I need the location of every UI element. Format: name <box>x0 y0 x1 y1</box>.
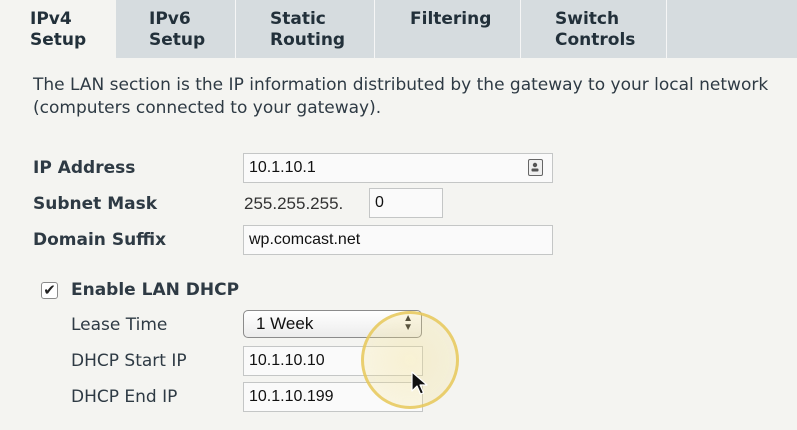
contact-card-icon[interactable] <box>528 159 543 176</box>
tab-bar: IPv4 Setup IPv6 Setup Static Routing Fil… <box>0 0 797 58</box>
ip-address-field[interactable]: 10.1.10.1 <box>243 153 553 183</box>
tab-label-line1: Switch <box>555 9 620 29</box>
lease-time-label: Lease Time <box>71 315 168 335</box>
dhcp-end-ip-label: DHCP End IP <box>71 387 178 407</box>
dhcp-start-ip-label: DHCP Start IP <box>71 351 187 371</box>
tab-label-line1: IPv6 <box>149 9 191 29</box>
tab-label-line1: IPv4 <box>30 9 72 29</box>
tab-filtering[interactable]: Filtering <box>375 0 520 58</box>
domain-suffix-field[interactable]: wp.comcast.net <box>243 225 553 255</box>
tab-label-line1: Static <box>270 9 326 29</box>
tab-static-routing[interactable]: Static Routing <box>236 0 374 58</box>
tab-label-line2: Routing <box>270 30 346 50</box>
lan-description: The LAN section is the IP information di… <box>33 75 769 118</box>
tab-label-line2: Setup <box>149 30 206 50</box>
subnet-mask-field[interactable]: 0 <box>369 188 443 218</box>
tab-switch-controls[interactable]: Switch Controls <box>521 0 666 58</box>
domain-suffix-label: Domain Suffix <box>33 230 167 250</box>
checkbox-checked-icon: ✔ <box>43 281 56 299</box>
enable-dhcp-label: Enable LAN DHCP <box>71 280 240 300</box>
lease-time-value: 1 Week <box>256 314 314 333</box>
subnet-mask-label: Subnet Mask <box>33 194 158 214</box>
tab-label-line1: Filtering <box>410 9 492 29</box>
tab-label-line2: Controls <box>555 30 636 50</box>
tab-label-line2: Setup <box>30 30 87 50</box>
tab-ipv4-setup[interactable]: IPv4 Setup <box>0 0 116 58</box>
tab-divider <box>666 0 667 58</box>
mouse-pointer-icon <box>411 371 428 395</box>
enable-dhcp-checkbox[interactable]: ✔ <box>41 282 58 299</box>
click-highlight <box>361 311 459 409</box>
ip-address-label: IP Address <box>33 158 136 178</box>
tab-ipv6-setup[interactable]: IPv6 Setup <box>117 0 235 58</box>
subnet-mask-prefix: 255.255.255. <box>244 194 344 213</box>
